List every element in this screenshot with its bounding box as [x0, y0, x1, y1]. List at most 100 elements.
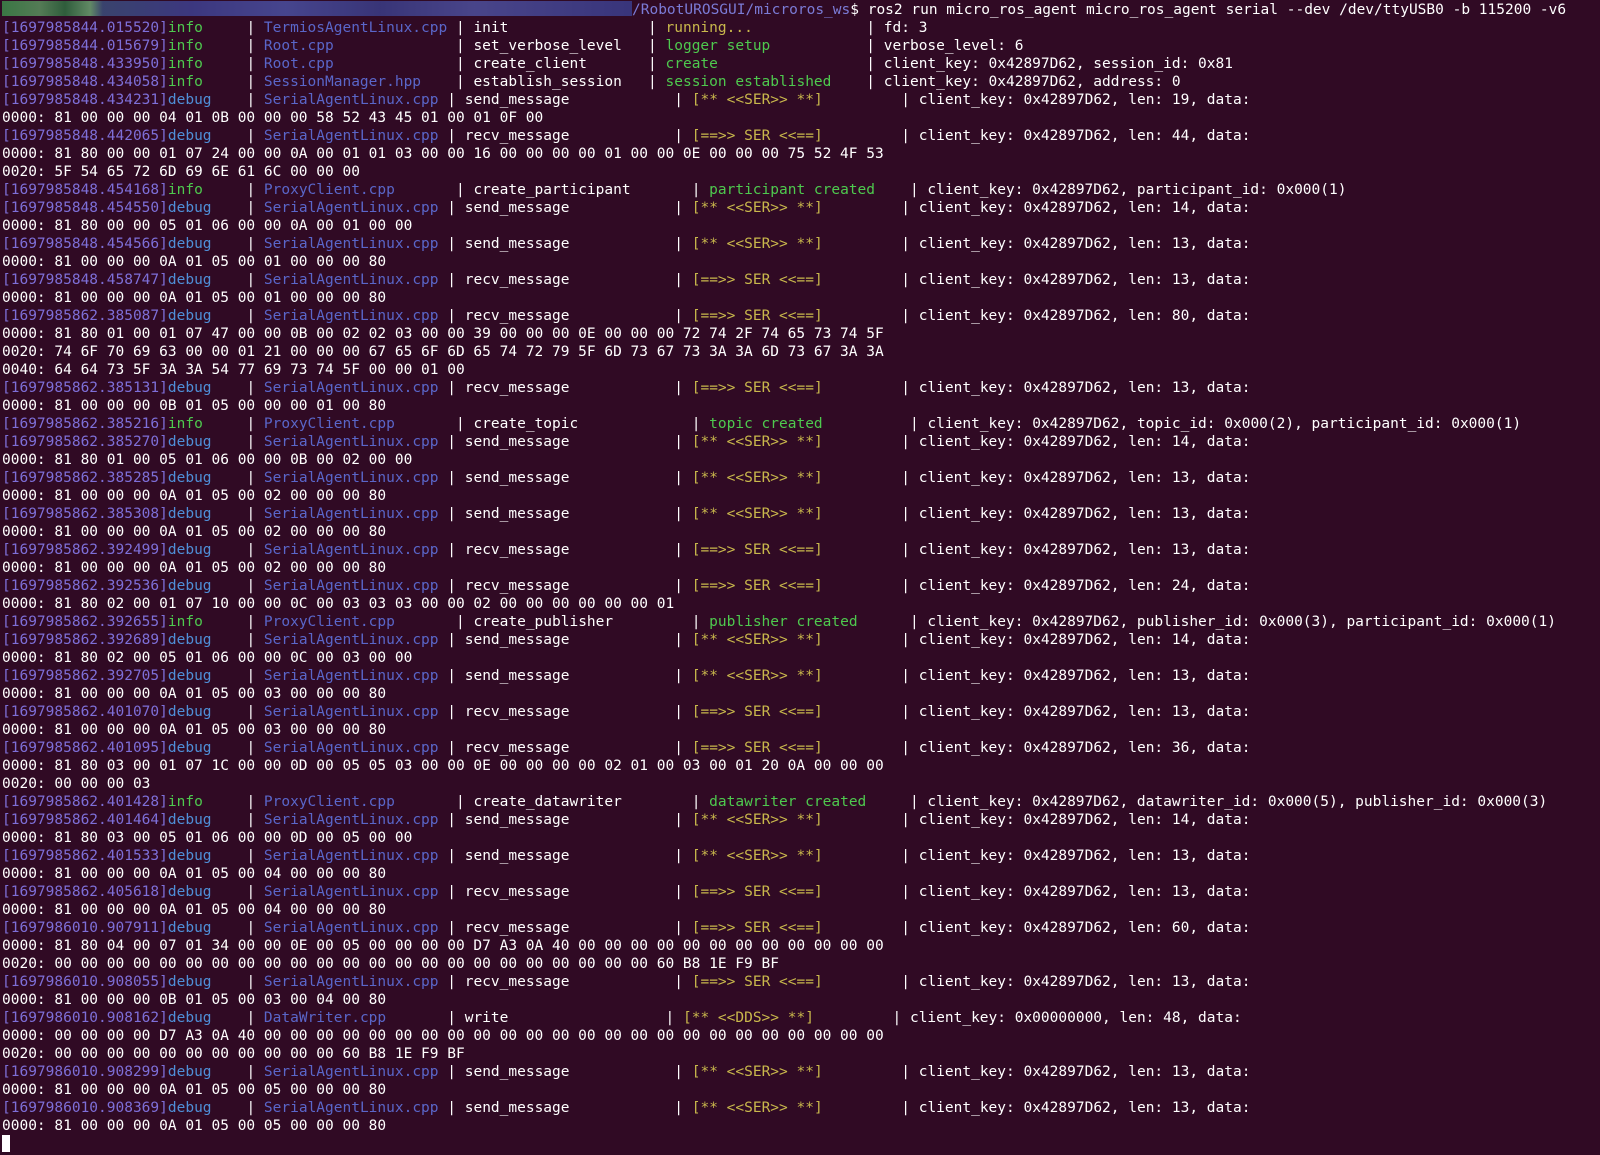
log-separator: | — [211, 1100, 264, 1116]
log-source-file: SerialAgentLinux.cpp — [263, 308, 439, 324]
log-level: debug — [167, 740, 212, 756]
log-padding — [570, 884, 675, 900]
log-level: debug — [167, 632, 212, 648]
hex-dump-text: 0000: 81 80 00 00 05 01 06 00 00 0A 00 0… — [2, 218, 413, 234]
log-line: [1697985862.401464]debug | SerialAgentLi… — [2, 811, 1600, 829]
log-timestamp: [1697986010.908299] — [2, 1064, 168, 1080]
log-message: client_key: 0x42897D62, len: 44, data: — [918, 128, 1251, 144]
hex-dump-text: 0000: 81 00 00 00 0A 01 05 00 03 00 00 0… — [2, 722, 387, 738]
log-line: [1697985862.401070]debug | SerialAgentLi… — [2, 703, 1600, 721]
log-line: [1697985848.442065]debug | SerialAgentLi… — [2, 127, 1600, 145]
log-separator: | — [674, 470, 692, 486]
log-message: client_key: 0x42897D62, len: 14, data: — [918, 812, 1251, 828]
log-status: [==>> SER <<==] — [691, 920, 823, 936]
log-line: [1697985862.385270]debug | SerialAgentLi… — [2, 433, 1600, 451]
log-message: client_key: 0x42897D62, len: 13, data: — [918, 470, 1251, 486]
log-separator: | — [438, 668, 465, 684]
log-separator: | — [717, 56, 884, 72]
log-function: send_message — [464, 1064, 570, 1080]
log-padding — [570, 1100, 675, 1116]
log-line: [1697986010.908162]debug | DataWriter.cp… — [2, 1009, 1600, 1027]
terminal-output: /RobotUROSGUI/microros_ws$ ros2 run micr… — [0, 0, 1600, 1153]
log-function: create_datawriter — [473, 794, 622, 810]
log-function: send_message — [464, 434, 570, 450]
log-padding — [613, 614, 692, 630]
log-padding — [570, 92, 675, 108]
log-line: [1697985862.385285]debug | SerialAgentLi… — [2, 469, 1600, 487]
log-line: [1697985848.434058]info | SessionManager… — [2, 73, 1600, 91]
log-status: publisher created — [709, 614, 858, 630]
log-separator: | — [813, 1010, 910, 1026]
log-separator: | — [211, 1064, 264, 1080]
terminal-window[interactable]: /RobotUROSGUI/microros_ws$ ros2 run micr… — [0, 0, 1600, 1155]
log-status: topic created — [709, 416, 823, 432]
log-level: debug — [167, 1100, 212, 1116]
log-source-file: SerialAgentLinux.cpp — [263, 632, 439, 648]
log-source-file: SerialAgentLinux.cpp — [263, 434, 439, 450]
log-function: recv_message — [464, 704, 570, 720]
log-status: datawriter created — [709, 794, 867, 810]
log-timestamp: [1697985862.401533] — [2, 848, 168, 864]
log-status: session established — [665, 74, 832, 90]
hex-dump-line: 0020: 00 00 00 00 00 00 00 00 00 00 00 0… — [2, 955, 1600, 973]
log-separator: | — [438, 1100, 465, 1116]
log-separator: | — [648, 38, 666, 54]
log-separator: | — [202, 56, 264, 72]
log-separator: | — [674, 308, 692, 324]
log-separator: | — [202, 794, 264, 810]
log-line: [1697985862.385216]info | ProxyClient.cp… — [2, 415, 1600, 433]
log-separator: | — [438, 542, 465, 558]
log-line: [1697985862.392655]info | ProxyClient.cp… — [2, 613, 1600, 631]
log-source-file: SerialAgentLinux.cpp — [263, 578, 439, 594]
log-separator: | — [211, 128, 264, 144]
log-separator: | — [211, 92, 264, 108]
log-function: recv_message — [464, 578, 570, 594]
log-source-file: SerialAgentLinux.cpp — [263, 884, 439, 900]
log-separator: | — [438, 812, 465, 828]
log-level: debug — [167, 236, 212, 252]
cursor-line — [2, 1135, 1600, 1153]
log-padding — [622, 38, 648, 54]
log-source-file: SerialAgentLinux.cpp — [263, 236, 439, 252]
log-level: debug — [167, 470, 212, 486]
log-line: [1697985862.392499]debug | SerialAgentLi… — [2, 541, 1600, 559]
hex-dump-text: 0020: 00 00 00 00 00 00 00 00 00 00 00 0… — [2, 956, 779, 972]
log-separator: | — [211, 632, 264, 648]
log-separator: | — [674, 884, 692, 900]
log-level: debug — [167, 308, 212, 324]
hex-dump-line: 0000: 81 80 01 00 01 07 47 00 00 0B 00 0… — [2, 325, 1600, 343]
log-separator: | — [394, 614, 474, 630]
log-function: send_message — [464, 848, 570, 864]
log-timestamp: [1697985862.385270] — [2, 434, 168, 450]
log-function: recv_message — [464, 308, 570, 324]
log-status: [** <<SER>> **] — [691, 1064, 823, 1080]
log-line: [1697985862.385087]debug | SerialAgentLi… — [2, 307, 1600, 325]
log-timestamp: [1697985862.401070] — [2, 704, 168, 720]
log-separator: | — [674, 380, 692, 396]
log-source-file: ProxyClient.cpp — [263, 416, 395, 432]
log-source-file: Root.cpp — [263, 56, 334, 72]
log-function: establish_session — [473, 74, 622, 90]
log-level: debug — [167, 920, 212, 936]
log-function: send_message — [464, 632, 570, 648]
hex-dump-text: 0000: 81 80 02 00 01 07 10 00 00 0C 00 0… — [2, 596, 675, 612]
log-message: client_key: 0x42897D62, len: 19, data: — [918, 92, 1251, 108]
log-timestamp: [1697985862.385216] — [2, 416, 168, 432]
log-source-file: SerialAgentLinux.cpp — [263, 848, 439, 864]
log-separator: | — [438, 920, 465, 936]
log-level: info — [167, 56, 203, 72]
log-timestamp: [1697985848.434058] — [2, 74, 168, 90]
log-separator: | — [691, 794, 710, 810]
log-timestamp: [1697985862.385131] — [2, 380, 168, 396]
log-level: debug — [167, 848, 212, 864]
log-function: init — [473, 20, 509, 36]
hex-dump-line: 0040: 64 64 73 5F 3A 3A 54 77 69 73 74 5… — [2, 361, 1600, 379]
log-function: create_participant — [473, 182, 631, 198]
log-message: client_key: 0x42897D62, len: 13, data: — [918, 974, 1251, 990]
log-separator: | — [202, 614, 264, 630]
log-padding — [508, 1010, 665, 1026]
log-level: debug — [167, 884, 212, 900]
log-separator: | — [674, 1100, 692, 1116]
hex-dump-line: 0000: 81 00 00 00 0A 01 05 00 05 00 00 0… — [2, 1081, 1600, 1099]
text-cursor[interactable] — [2, 1135, 10, 1152]
